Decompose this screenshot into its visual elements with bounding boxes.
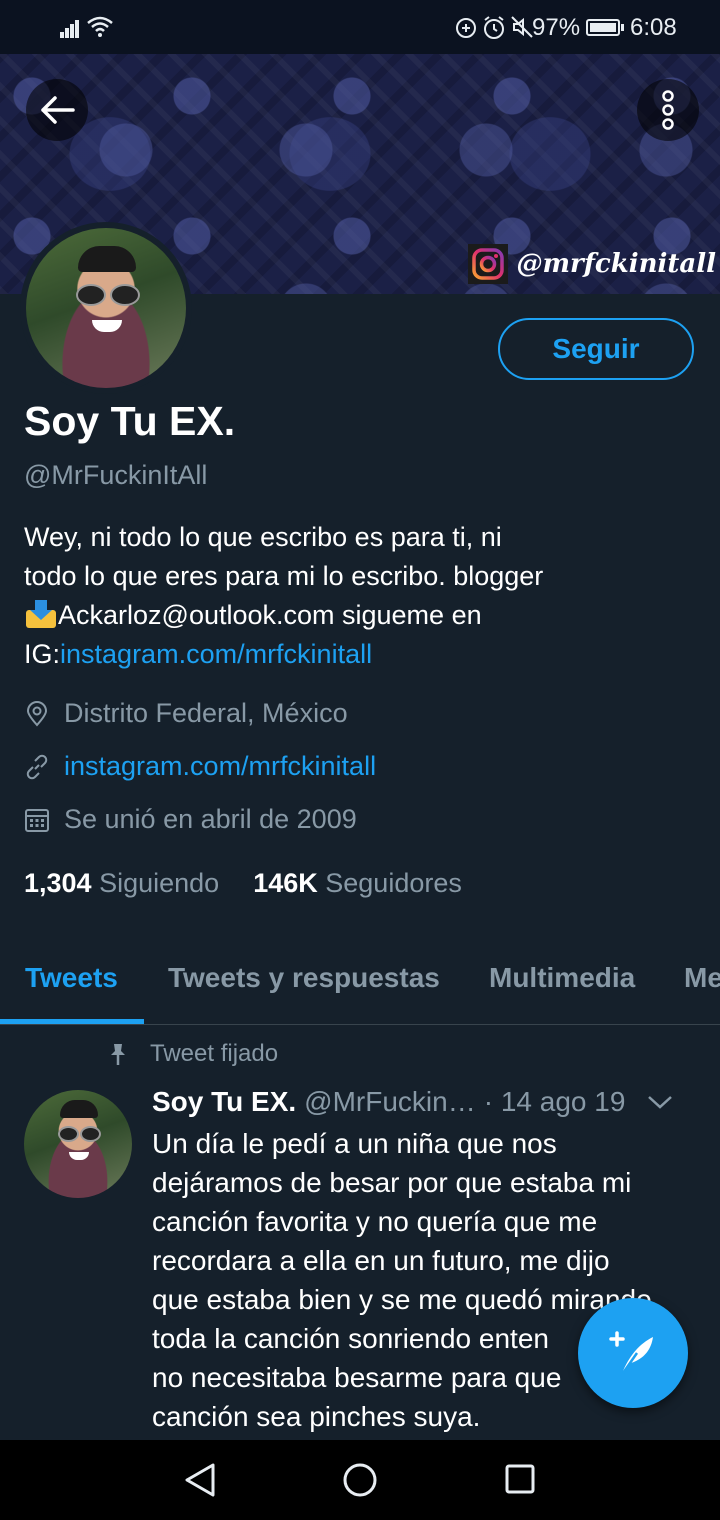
tweet-avatar[interactable] (24, 1090, 132, 1198)
following-count-link[interactable]: 1,304 Siguiendo (24, 868, 219, 899)
back-button[interactable] (26, 79, 88, 141)
bio-line: todo lo que eres para mi lo escribo. blo… (24, 561, 544, 591)
system-nav-bar (0, 1440, 720, 1520)
bio-line: Wey, ni todo lo que escribo es para ti, … (24, 522, 502, 552)
pinned-label: Tweet fijado (150, 1040, 279, 1067)
more-vertical-icon (662, 90, 674, 130)
pinned-label-row: Tweet fijado (108, 1040, 278, 1068)
follow-button[interactable]: Seguir (498, 318, 694, 380)
tweet-author-name[interactable]: Soy Tu EX. (152, 1086, 296, 1118)
battery-percent: 97% (532, 14, 581, 41)
instagram-icon (468, 244, 509, 284)
nav-home-icon[interactable] (342, 1462, 378, 1498)
inbox-tray-icon (24, 600, 58, 628)
active-tab-indicator (0, 1019, 144, 1024)
calendar-icon (24, 807, 50, 833)
bio-email-line: Ackarloz@outlook.com sigueme en (24, 596, 684, 635)
tweet-line: canción favorita y no quería que me (152, 1206, 598, 1237)
compose-tweet-button[interactable] (578, 1298, 688, 1408)
bio-ig-line: IG:instagram.com/mrfckinitall (24, 639, 373, 669)
data-saver-icon (456, 18, 476, 38)
tab-tweets[interactable]: Tweets (25, 962, 118, 994)
compose-feather-icon (609, 1331, 653, 1374)
alarm-icon (484, 16, 504, 39)
profile-avatar[interactable] (20, 222, 192, 394)
followers-count-link[interactable]: 146K Seguidores (253, 868, 462, 899)
joined-row: Se unió en abril de 2009 (24, 804, 357, 835)
tweet-date: · 14 ago 19 (483, 1086, 626, 1117)
tweet-line: Un día le pedí a un niña que nos (152, 1128, 557, 1159)
link-icon (24, 754, 50, 780)
website-row: instagram.com/mrfckinitall (24, 751, 376, 782)
signal-icon (60, 18, 84, 38)
status-bar: 97% 6:08 (0, 0, 720, 54)
tweet-author-handle: @MrFuckin… (304, 1086, 476, 1117)
tweet-header: Soy Tu EX. @MrFuckin… · 14 ago 19 (152, 1086, 673, 1118)
bio-instagram-link[interactable]: instagram.com/mrfckinitall (60, 639, 372, 669)
tab-likes[interactable]: Me (684, 962, 720, 994)
tab-tweets-replies[interactable]: Tweets y respuestas (168, 962, 440, 994)
location-text: Distrito Federal, México (64, 698, 348, 728)
clock: 6:08 (630, 14, 677, 41)
display-name: Soy Tu EX. (24, 398, 236, 444)
wifi-icon (87, 16, 113, 37)
banner-instagram-handle: @mrfckinitall (516, 249, 716, 279)
follow-counts: 1,304 Siguiendo 146K Seguidores (24, 868, 462, 899)
nav-recents-icon[interactable] (504, 1463, 536, 1495)
tweet-line: dejáramos de besar por que estaba mi (152, 1167, 632, 1198)
joined-text: Se unió en abril de 2009 (64, 804, 357, 834)
profile-tabs: Tweets Tweets y respuestas Multimedia Me (0, 940, 720, 1025)
chevron-down-icon[interactable] (647, 1094, 673, 1110)
battery-icon (586, 19, 624, 36)
mute-icon (511, 16, 533, 38)
profile-bio: Wey, ni todo lo que escribo es para ti, … (24, 518, 684, 674)
tab-media[interactable]: Multimedia (489, 962, 635, 994)
arrow-left-icon (41, 96, 75, 124)
website-link[interactable]: instagram.com/mrfckinitall (64, 751, 376, 782)
pin-icon (111, 1044, 125, 1065)
location-row: Distrito Federal, México (24, 698, 348, 729)
nav-back-icon[interactable] (183, 1462, 217, 1498)
profile-handle: @MrFuckinItAll (24, 460, 208, 490)
banner-instagram-tag: @mrfckinitall (468, 244, 716, 284)
location-pin-icon (24, 700, 50, 727)
more-options-button[interactable] (637, 79, 699, 141)
avatar (26, 228, 186, 388)
tweet-line: recordara a ella en un futuro, me dijo (152, 1245, 610, 1276)
